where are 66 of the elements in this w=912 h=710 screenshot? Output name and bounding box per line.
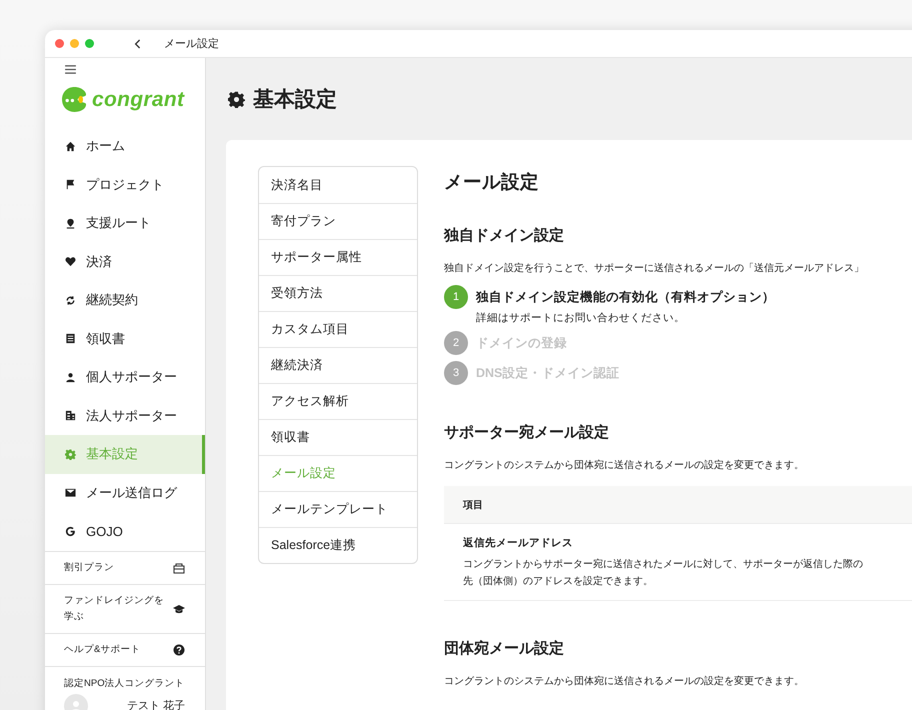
window-title: メール設定 xyxy=(164,36,219,51)
nav-item[interactable]: 決済 xyxy=(45,242,205,281)
heart-icon xyxy=(65,256,76,268)
step-title: 独自ドメイン設定機能の有効化（有料オプション） xyxy=(476,289,775,306)
nav-item[interactable]: 個人サポーター xyxy=(45,358,205,396)
setting-description: コングラントからサポーター宛に送信されたメールに対して、サポーターが返信した際の 先（団体側）のアドレスを設定できます。 xyxy=(463,558,864,589)
settings-menu-item[interactable]: 領収書 xyxy=(259,419,417,455)
nav-item[interactable]: 継続契約 xyxy=(45,281,205,320)
nav-item[interactable]: 支援ルート xyxy=(45,204,205,242)
settings-menu-item[interactable]: 決済名目 xyxy=(259,167,417,203)
menu-icon[interactable] xyxy=(65,65,76,74)
gift-icon xyxy=(173,562,185,574)
home-icon xyxy=(65,140,76,152)
close-icon[interactable] xyxy=(55,39,64,48)
section-heading: サポーター宛メール設定 xyxy=(444,423,610,442)
zoom-icon[interactable] xyxy=(85,39,94,48)
section-title: メール設定 xyxy=(444,170,540,194)
settings-menu-item[interactable]: 継続決済 xyxy=(259,347,417,383)
list-icon xyxy=(65,333,76,344)
pin-icon xyxy=(65,218,76,229)
user-name: テスト 花子 xyxy=(126,699,185,710)
section-description: コングラントのシステムから団体宛に送信されるメールの設定を変更できます。 xyxy=(444,458,805,472)
nav-item[interactable]: 法人サポーター xyxy=(45,396,205,435)
step-title: ドメインの登録 xyxy=(476,335,567,352)
logo-icon xyxy=(61,86,88,113)
logo-text: congrant xyxy=(92,88,184,112)
back-icon[interactable] xyxy=(134,38,142,50)
letter-g-icon xyxy=(65,526,76,537)
settings-menu-item[interactable]: サポーター属性 xyxy=(259,239,417,275)
nav-item[interactable]: ホーム xyxy=(45,127,205,166)
step-number: 3 xyxy=(444,361,468,385)
section-description: 独自ドメイン設定を行うことで、サポーターに送信されるメールの「送信元メールアドレス」 xyxy=(444,262,865,275)
section-heading: 団体宛メール設定 xyxy=(444,639,565,658)
section-description: コングラントのシステムから団体宛に送信されるメールの設定を変更できます。 xyxy=(444,674,805,688)
settings-icon xyxy=(65,448,76,460)
flag-icon xyxy=(65,179,76,190)
page-title: 基本設定 xyxy=(253,86,337,113)
setting-name: 返信先メールアドレス xyxy=(463,536,574,550)
nav-item[interactable]: GOJO xyxy=(45,512,205,550)
mail-icon xyxy=(65,487,76,498)
settings-menu-item[interactable]: アクセス解析 xyxy=(259,383,417,419)
graduation-cap-icon xyxy=(173,602,185,614)
refresh-icon xyxy=(65,294,76,306)
nav-item[interactable]: 領収書 xyxy=(45,320,205,358)
nav-item[interactable]: プロジェクト xyxy=(45,166,205,204)
sidebar-link[interactable]: ファンドレイジングを学ぶ xyxy=(45,584,205,632)
organization-name: 認定NPO法人コングラント xyxy=(64,676,186,690)
step-note: 詳細はサポートにお問い合わせください。 xyxy=(476,311,686,325)
sidebar-link[interactable]: 割引プラン xyxy=(45,550,205,584)
minimize-icon[interactable] xyxy=(70,39,79,48)
step-number: 2 xyxy=(444,331,468,355)
column-header: 項目 xyxy=(463,498,483,512)
settings-menu-item[interactable]: Salesforce連携 xyxy=(259,527,417,563)
step-title: DNS設定・ドメイン認証 xyxy=(476,365,620,382)
building-icon xyxy=(65,410,76,422)
person-icon xyxy=(65,372,76,383)
settings-menu-item[interactable]: メールテンプレート xyxy=(259,491,417,527)
sidebar-link[interactable]: ヘルプ&サポート xyxy=(45,632,205,666)
section-heading: 独自ドメイン設定 xyxy=(444,226,565,245)
settings-menu-item[interactable]: 寄付プラン xyxy=(259,203,417,239)
settings-icon xyxy=(228,90,245,108)
settings-menu-item[interactable]: 受領方法 xyxy=(259,275,417,311)
step-number: 1 xyxy=(444,285,468,309)
nav-item[interactable]: メール送信ログ xyxy=(45,474,205,512)
settings-menu-item[interactable]: カスタム項目 xyxy=(259,311,417,347)
help-icon xyxy=(173,644,185,656)
